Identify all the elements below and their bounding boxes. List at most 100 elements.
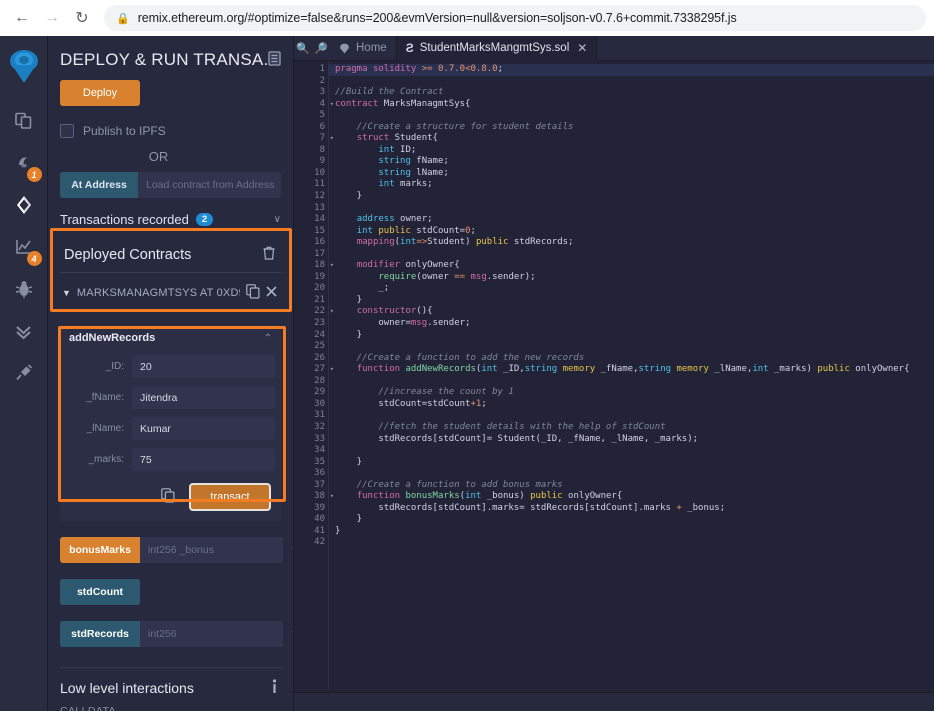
code-line[interactable]: pragma solidity >= 0.7.0<0.8.0; <box>329 64 934 76</box>
tab-home[interactable]: Home <box>330 36 397 61</box>
debugger-icon[interactable] <box>4 268 44 310</box>
tab-studentmarksmangmtsys[interactable]: Ƨ StudentMarksMangmtSys.sol ✕ <box>397 36 598 61</box>
chevron-down-icon[interactable]: ∨ <box>274 214 281 225</box>
chevron-down-icon[interactable]: ∨ <box>283 629 294 640</box>
code-line[interactable]: stdRecords[stdCount]= Student(_ID, _fNam… <box>329 434 934 446</box>
info-icon[interactable] <box>272 679 277 697</box>
file-explorers-icon[interactable] <box>4 100 44 142</box>
marks-input[interactable] <box>132 448 275 471</box>
solidity-unit-testing-icon[interactable] <box>4 310 44 352</box>
at-address-button[interactable]: At Address <box>60 172 138 198</box>
back-icon[interactable]: ← <box>8 4 36 32</box>
deployed-contract-instance[interactable]: ▼ MARKSMANAGMTSYS AT 0XD91...3 <box>60 273 281 313</box>
code-line[interactable]: contract MarksManagmtSys{ <box>329 99 934 111</box>
code-line[interactable]: string fName; <box>329 156 934 168</box>
code-line[interactable] <box>329 76 934 88</box>
code-line[interactable] <box>329 445 934 457</box>
code-line[interactable]: require(owner == msg.sender); <box>329 272 934 284</box>
reload-icon[interactable]: ↻ <box>68 4 96 32</box>
zoom-out-icon[interactable]: 🔍 <box>294 42 312 55</box>
code-line[interactable]: address owner; <box>329 214 934 226</box>
stdrecords-input[interactable] <box>140 621 283 647</box>
fold-arrow-icon[interactable]: ▾ <box>330 364 334 376</box>
address-bar[interactable]: 🔒 remix.ethereum.org/#optimize=false&run… <box>104 5 926 31</box>
code-line[interactable]: stdRecords[stdCount].marks= stdRecords[s… <box>329 503 934 515</box>
editor-vertical-scrollbar[interactable] <box>925 61 934 690</box>
code-line[interactable]: //Create a function to add the new recor… <box>329 353 934 365</box>
code-line[interactable]: } <box>329 457 934 469</box>
code-line[interactable]: function bonusMarks(int _bonus) public o… <box>329 491 934 503</box>
fname-input[interactable] <box>132 386 275 409</box>
code-line[interactable]: } <box>329 330 934 342</box>
tab-close-icon[interactable]: ✕ <box>577 41 587 55</box>
code-line[interactable]: function addNewRecords(int _ID,string me… <box>329 364 934 376</box>
deploy-button[interactable]: Deploy <box>60 80 140 106</box>
fold-arrow-icon[interactable]: ▾ <box>330 306 334 318</box>
code-line[interactable]: //Create a structure for student details <box>329 122 934 134</box>
id-input[interactable] <box>132 355 275 378</box>
code-line[interactable]: int marks; <box>329 179 934 191</box>
code-line[interactable]: constructor(){ <box>329 306 934 318</box>
code-line[interactable] <box>329 341 934 353</box>
stdrecords-button[interactable]: stdRecords <box>60 621 140 647</box>
fold-arrow-icon[interactable]: ▾ <box>330 260 334 272</box>
code-token: addNewRecords <box>405 364 475 374</box>
code-line[interactable]: stdCount=stdCount+1; <box>329 399 934 411</box>
chevron-down-icon[interactable]: ∨ <box>283 545 294 556</box>
deploy-run-transactions-icon[interactable] <box>4 184 44 226</box>
solidity-compiler-icon[interactable]: 1 <box>4 142 44 184</box>
code-line[interactable] <box>329 203 934 215</box>
code-line[interactable] <box>329 249 934 261</box>
function-card-header[interactable]: addNewRecords ⌃ <box>60 325 281 351</box>
code-line[interactable] <box>329 537 934 549</box>
code-line[interactable]: _; <box>329 283 934 295</box>
code-line[interactable] <box>329 468 934 480</box>
code-line[interactable]: //fetch the student details with the hel… <box>329 422 934 434</box>
code-line[interactable] <box>329 110 934 122</box>
bonusmarks-button[interactable]: bonusMarks <box>60 537 140 563</box>
trash-icon[interactable] <box>263 246 275 263</box>
code-line[interactable] <box>329 376 934 388</box>
code-line[interactable]: struct Student{ <box>329 133 934 145</box>
fold-arrow-icon[interactable]: ▾ <box>330 133 334 145</box>
expand-caret-icon[interactable]: ▼ <box>62 288 71 298</box>
collapse-caret-icon[interactable]: ⌃ <box>264 333 272 344</box>
fold-arrow-icon[interactable]: ▾ <box>330 99 334 111</box>
transact-button[interactable]: transact <box>189 483 271 511</box>
code-line[interactable]: } <box>329 191 934 203</box>
copy-icon[interactable] <box>246 284 260 302</box>
code-line[interactable]: } <box>329 514 934 526</box>
plugin-manager-icon[interactable] <box>4 352 44 394</box>
remix-logo-icon[interactable] <box>4 42 44 92</box>
code-line[interactable]: } <box>329 295 934 307</box>
terminal-panel[interactable] <box>294 692 934 711</box>
document-icon[interactable] <box>268 51 281 69</box>
code-line[interactable]: owner=msg.sender; <box>329 318 934 330</box>
bonusmarks-input[interactable] <box>140 537 283 563</box>
code-line[interactable]: int public stdCount=0; <box>329 226 934 238</box>
code-line[interactable]: mapping(int=>Student) public stdRecords; <box>329 237 934 249</box>
code-line[interactable]: //Build the Contract <box>329 87 934 99</box>
code-line[interactable]: modifier onlyOwner{ <box>329 260 934 272</box>
lname-input[interactable] <box>132 417 275 440</box>
code-line[interactable]: string lName; <box>329 168 934 180</box>
solidity-static-analysis-icon[interactable]: 4 <box>4 226 44 268</box>
code-line[interactable]: //Create a function to add bonus marks <box>329 480 934 492</box>
code-line[interactable]: int ID; <box>329 145 934 157</box>
zoom-in-icon[interactable]: 🔎 <box>312 42 330 55</box>
code-line[interactable]: //increase the count by 1 <box>329 387 934 399</box>
load-contract-address-input[interactable] <box>138 172 281 198</box>
copy-calldata-icon[interactable] <box>161 488 175 506</box>
code-line[interactable]: } <box>329 526 934 538</box>
code-editor[interactable]: 1234▾567▾89101112131415161718▾19202122▾2… <box>294 61 934 690</box>
forward-icon[interactable]: → <box>38 4 66 32</box>
publish-to-ipfs-row[interactable]: Publish to IPFS <box>60 124 281 138</box>
stdcount-button[interactable]: stdCount <box>60 579 140 605</box>
transactions-recorded-row[interactable]: Transactions recorded 2 ∨ <box>60 212 281 235</box>
publish-to-ipfs-checkbox[interactable] <box>60 124 74 138</box>
line-number: 16 <box>294 237 328 249</box>
code-content[interactable]: pragma solidity >= 0.7.0<0.8.0; //Build … <box>328 61 934 690</box>
fold-arrow-icon[interactable]: ▾ <box>330 491 334 503</box>
code-line[interactable] <box>329 410 934 422</box>
close-icon[interactable] <box>266 286 277 300</box>
